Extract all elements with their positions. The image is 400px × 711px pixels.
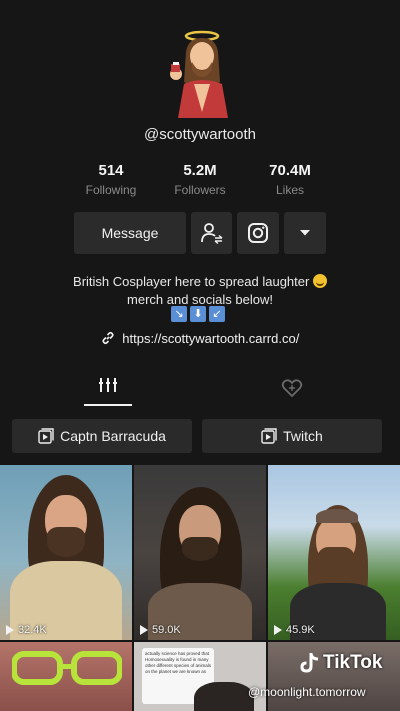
green-glasses-figure (12, 651, 122, 685)
likes-label: Likes (275, 183, 304, 197)
video-thumbnail[interactable]: 45.9K (268, 465, 400, 640)
liked-heart-icon (281, 379, 303, 398)
video-thumbnail[interactable]: 32.4K (0, 465, 132, 640)
instagram-icon (248, 223, 268, 243)
play-icon (274, 625, 282, 635)
instagram-button[interactable] (237, 212, 279, 254)
smile-emoji-icon (312, 274, 327, 288)
playlist-icon (261, 428, 277, 444)
tiktok-brand-text: TikTok (323, 652, 383, 673)
bio-line-2: merch and socials below! (127, 292, 273, 307)
tiktok-watermark: TikTok (300, 652, 382, 674)
playlist-twitch[interactable]: Twitch (202, 419, 382, 453)
tiktok-logo-icon (300, 653, 319, 673)
video-views: 45.9K (274, 624, 315, 636)
thumbnail-beard (182, 537, 218, 561)
more-options-button[interactable] (284, 212, 326, 254)
arrow-down-left-icon: ↙ (209, 306, 225, 322)
playlist-icon (38, 428, 54, 444)
video-views: 32.4K (6, 624, 47, 636)
profile-link-text: https://scottywartooth.carrd.co/ (122, 331, 300, 346)
thumbnail-figure (194, 682, 254, 711)
add-friend-button[interactable] (191, 212, 232, 254)
tab-liked[interactable] (280, 376, 304, 400)
following-count: 514 (98, 162, 124, 179)
playlist-captn-barracuda[interactable]: Captn Barracuda (12, 419, 192, 453)
stat-likes[interactable]: 70.4M Likes (245, 162, 335, 197)
dropdown-arrow-icon (300, 230, 310, 236)
video-grid: 32.4K 59.0K 45.9K actually science has p… (0, 465, 400, 711)
view-count: 32.4K (18, 624, 47, 636)
profile-link[interactable]: https://scottywartooth.carrd.co/ (0, 331, 400, 346)
likes-count: 70.4M (269, 162, 311, 179)
stat-followers[interactable]: 5.2M Followers (155, 162, 245, 197)
followers-count: 5.2M (183, 162, 217, 179)
view-count: 59.0K (152, 624, 181, 636)
playlist-label: Captn Barracuda (60, 428, 166, 444)
watermark-handle: @moonlight.tomorrow (248, 685, 366, 699)
followers-label: Followers (174, 183, 226, 197)
username: @scottywartooth (144, 126, 256, 143)
stat-following[interactable]: 514 Following (66, 162, 156, 197)
video-thumbnail[interactable]: 59.0K (134, 465, 266, 640)
link-icon (102, 331, 114, 345)
message-button[interactable]: Message (74, 212, 186, 254)
video-thumbnail[interactable]: actually science has proved that Homosex… (134, 642, 266, 711)
video-views: 59.0K (140, 624, 181, 636)
videos-grid-icon (99, 378, 117, 392)
bio-arrow-emojis: ↘ ⬇ ↙ (171, 306, 231, 322)
tab-videos[interactable] (84, 374, 132, 406)
profile-stats: 514 Following 5.2M Followers 70.4M Likes (70, 162, 330, 202)
profile-bio: British Cosplayer here to spread laughte… (40, 273, 360, 309)
bio-line-1: British Cosplayer here to spread laughte… (73, 274, 310, 289)
active-tab-indicator (84, 404, 132, 406)
playlist-label: Twitch (283, 428, 323, 444)
thumbnail-beard (318, 547, 354, 577)
play-icon (6, 625, 14, 635)
play-icon (140, 625, 148, 635)
following-label: Following (85, 183, 137, 197)
arrow-down-right-icon: ↘ (171, 306, 187, 322)
add-friend-icon (200, 223, 222, 245)
profile-avatar[interactable] (150, 22, 250, 122)
arrow-down-icon: ⬇ (190, 306, 206, 322)
thumbnail-beard (47, 527, 85, 557)
view-count: 45.9K (286, 624, 315, 636)
video-thumbnail[interactable] (0, 642, 132, 711)
thumbnail-beanie (316, 509, 358, 523)
